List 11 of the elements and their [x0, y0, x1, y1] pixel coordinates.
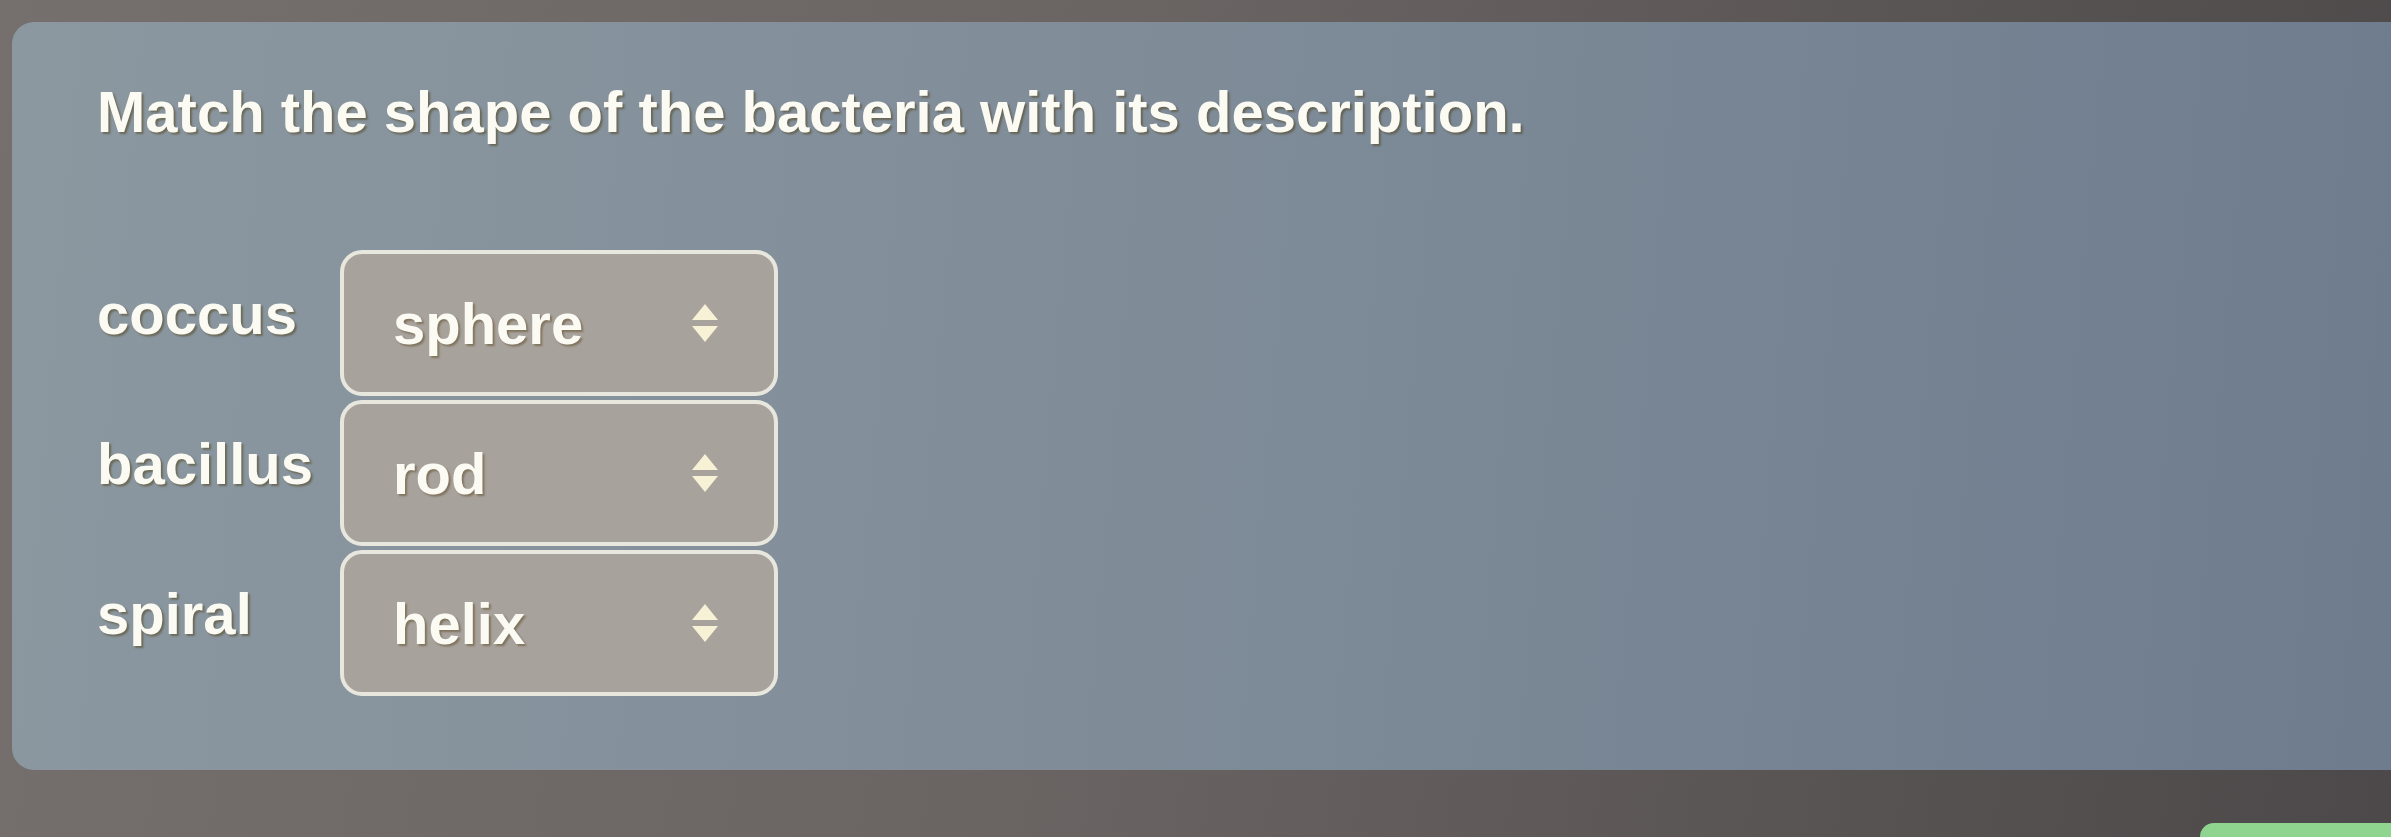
up-down-caret-icon [692, 454, 718, 492]
question-text: Match the shape of the bacteria with its description. [97, 78, 1526, 146]
answer-dropdown[interactable]: sphere [340, 250, 778, 396]
term-label: spiral [97, 580, 252, 648]
answer-dropdown[interactable]: rod [340, 400, 778, 546]
up-down-caret-icon [692, 304, 718, 342]
term-label: coccus [97, 280, 297, 348]
term-label: bacillus [97, 430, 313, 498]
up-down-caret-icon [692, 604, 718, 642]
button[interactable] [2200, 823, 2391, 837]
answer-dropdown[interactable]: helix [340, 550, 778, 696]
